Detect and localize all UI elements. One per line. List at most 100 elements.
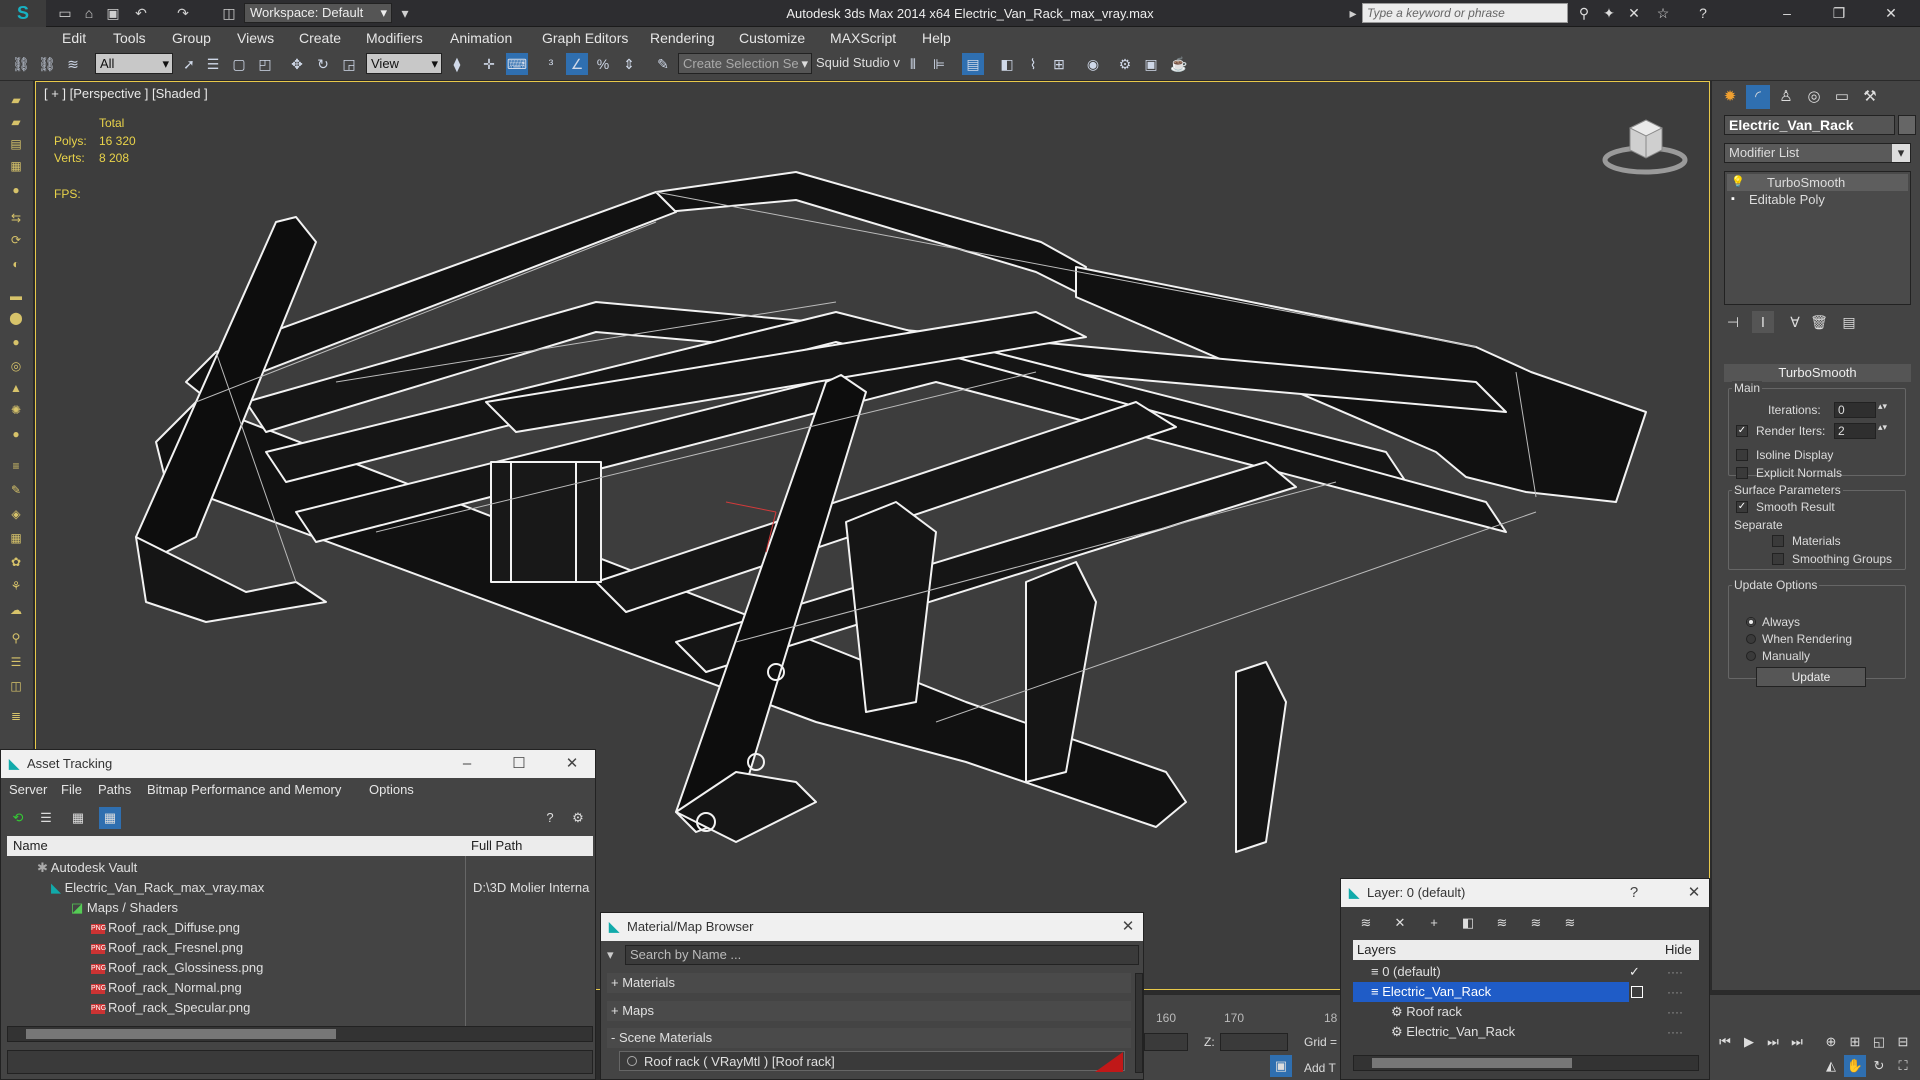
explicit-normals-checkbox[interactable] — [1736, 467, 1748, 479]
rendered-frame-window-icon[interactable]: ▣ — [1140, 53, 1162, 75]
minimize-icon[interactable]: – — [452, 750, 482, 778]
save-file-icon[interactable]: ▣ — [104, 4, 122, 22]
layer-manager-icon[interactable]: ◧ — [996, 53, 1018, 75]
key-mode-icon[interactable]: ▣ — [1270, 1055, 1292, 1077]
asset-menu-file[interactable]: File — [61, 779, 82, 801]
select-manipulate-icon[interactable]: ✛ — [478, 53, 500, 75]
when-rendering-radio[interactable] — [1746, 634, 1756, 644]
create-layer-icon[interactable]: ≋ — [1355, 912, 1377, 934]
stack-item-turbosmooth[interactable]: 💡 TurboSmooth — [1727, 174, 1908, 191]
window-crossing-icon[interactable]: ◰ — [254, 53, 276, 75]
remove-modifier-icon[interactable]: 🗑 — [1808, 311, 1830, 333]
hide-toggle[interactable]: ···· — [1667, 965, 1683, 979]
always-radio[interactable] — [1746, 617, 1756, 627]
unlink-icon[interactable]: ⛓ — [36, 53, 58, 75]
geosphere-icon[interactable]: ● — [5, 333, 27, 351]
light-icon[interactable]: ✺ — [5, 401, 27, 419]
utilities-tab-icon[interactable]: ⚒ — [1858, 85, 1882, 109]
layer-row-roof-rack[interactable]: ⚙ Roof rack — [1391, 1002, 1631, 1022]
tool-icon-6[interactable]: ⇆ — [5, 209, 27, 227]
help-button[interactable]: ? — [1619, 879, 1649, 907]
hide-all-layers-icon[interactable]: ≋ — [1525, 912, 1547, 934]
hierarchy-tab-icon[interactable]: ♙ — [1774, 85, 1798, 109]
hide-toggle[interactable]: ···· — [1667, 1005, 1683, 1019]
asset-menu-server[interactable]: Server — [9, 779, 47, 801]
asset-menu-paths[interactable]: Paths — [98, 779, 131, 801]
menu-tools[interactable]: Tools — [113, 27, 146, 49]
rotate-icon[interactable]: ↻ — [312, 53, 334, 75]
select-object-icon[interactable]: ➚ — [178, 53, 200, 75]
workspace-dropdown[interactable]: Workspace: Default ▾ — [244, 3, 392, 23]
sphere-primitive-icon[interactable]: ⬤ — [5, 309, 27, 327]
table-row[interactable]: PNG Roof_rack_Glossiness.png — [91, 958, 461, 978]
select-by-name-icon[interactable]: ☰ — [202, 53, 224, 75]
project-folder-icon[interactable]: ◫ — [220, 4, 238, 22]
table-row[interactable]: PNG Roof_rack_Specular.png — [91, 998, 461, 1018]
tool-icon-17[interactable]: ◈ — [5, 505, 27, 523]
tool-icon-15[interactable]: ≡ — [5, 457, 27, 475]
freeze-all-layers-icon[interactable]: ≋ — [1559, 912, 1581, 934]
tool-icon-4[interactable]: ▦ — [5, 157, 27, 175]
horizontal-scrollbar[interactable] — [7, 1026, 593, 1042]
scrollbar-thumb[interactable] — [26, 1029, 336, 1039]
pivot-center-icon[interactable]: ⧫ — [446, 53, 468, 75]
tool-icon-22[interactable]: ⚲ — [5, 629, 27, 647]
spinner-snap-icon[interactable]: ⇕ — [618, 53, 640, 75]
selection-filter-dropdown[interactable]: All ▾ — [95, 53, 173, 74]
spinner-arrows-icon[interactable]: ▴▾ — [1878, 422, 1887, 433]
create-tab-icon[interactable]: ✹ — [1718, 85, 1742, 109]
expand-plus-icon[interactable]: ▪ — [1731, 193, 1743, 205]
customize-quick-access-icon[interactable]: ▾ — [396, 4, 414, 22]
separate-smoothing-groups-checkbox[interactable] — [1772, 553, 1784, 565]
menu-graph-editors[interactable]: Graph Editors — [542, 27, 628, 49]
tool-icon-20[interactable]: ⚘ — [5, 577, 27, 595]
expand-arrow-icon[interactable]: ▸ — [1344, 4, 1362, 22]
percent-snap-icon[interactable]: % — [592, 53, 614, 75]
turbosmooth-rollout-header[interactable]: TurboSmooth — [1724, 364, 1911, 382]
edit-named-selection-icon[interactable]: ✎ — [652, 53, 674, 75]
tool-icon-18[interactable]: ▦ — [5, 529, 27, 547]
motion-tab-icon[interactable]: ◎ — [1802, 85, 1826, 109]
spinner-arrows-icon[interactable]: ▴▾ — [1878, 401, 1887, 412]
configure-modifier-sets-icon[interactable]: ▤ — [1838, 311, 1860, 333]
close-icon[interactable]: ✕ — [1880, 3, 1902, 23]
named-selection-dropdown[interactable]: Create Selection Se ▾ — [678, 53, 812, 74]
highlight-layer-icon[interactable]: ≋ — [1491, 912, 1513, 934]
layer-row-electric-van-rack-object[interactable]: ⚙ Electric_Van_Rack — [1391, 1022, 1631, 1042]
scale-icon[interactable]: ◲ — [338, 53, 360, 75]
field-of-view-icon[interactable]: ◭ — [1820, 1055, 1842, 1077]
menu-customize[interactable]: Customize — [739, 27, 805, 49]
angle-snap-icon[interactable]: ∠ — [566, 53, 588, 75]
menu-views[interactable]: Views — [237, 27, 274, 49]
asset-menu-options[interactable]: Options — [369, 779, 414, 801]
modify-tab-icon[interactable]: ◜ — [1746, 85, 1770, 109]
orbit-icon[interactable]: ↻ — [1868, 1055, 1890, 1077]
hide-toggle[interactable]: ···· — [1667, 985, 1683, 999]
update-button[interactable]: Update — [1756, 667, 1866, 687]
layer-row-default[interactable]: ≡ 0 (default) — [1371, 962, 1631, 982]
refresh-icon[interactable]: ⟲ — [7, 807, 29, 829]
section-scene-materials[interactable]: - Scene Materials — [607, 1028, 1131, 1048]
render-iters-checkbox[interactable]: ✓ — [1736, 425, 1748, 437]
col-name-header[interactable]: Name — [13, 838, 48, 853]
section-materials[interactable]: + Materials — [607, 973, 1131, 993]
render-setup-icon[interactable]: ⚙ — [1114, 53, 1136, 75]
rectangular-selection-icon[interactable]: ▢ — [228, 53, 250, 75]
add-to-layer-icon[interactable]: + — [1423, 912, 1445, 934]
zoom-all-icon[interactable]: ⊞ — [1844, 1031, 1866, 1053]
layer-row-electric-van-rack[interactable]: ≡ Electric_Van_Rack — [1353, 982, 1629, 1002]
tool-icon-5[interactable]: ● — [5, 181, 27, 199]
set-current-checkbox[interactable] — [1631, 986, 1643, 998]
browser-options-icon[interactable]: ▾ — [607, 947, 614, 963]
stack-item-editable-poly[interactable]: ▪ Editable Poly — [1727, 191, 1908, 208]
close-icon[interactable]: ✕ — [1679, 879, 1709, 907]
z-coordinate-field[interactable] — [1220, 1033, 1288, 1051]
section-maps[interactable]: + Maps — [607, 1001, 1131, 1021]
list-view-icon[interactable]: ☰ — [35, 807, 57, 829]
tool-icon-21[interactable]: ☁ — [5, 601, 27, 619]
align-icon[interactable]: ⊫ — [928, 53, 950, 75]
tool-icon-7[interactable]: ⟳ — [5, 231, 27, 249]
go-to-end-icon[interactable]: ⏭ — [1786, 1031, 1808, 1053]
minimize-icon[interactable]: – — [1776, 3, 1798, 23]
current-layer-check-icon[interactable]: ✓ — [1629, 964, 1640, 980]
